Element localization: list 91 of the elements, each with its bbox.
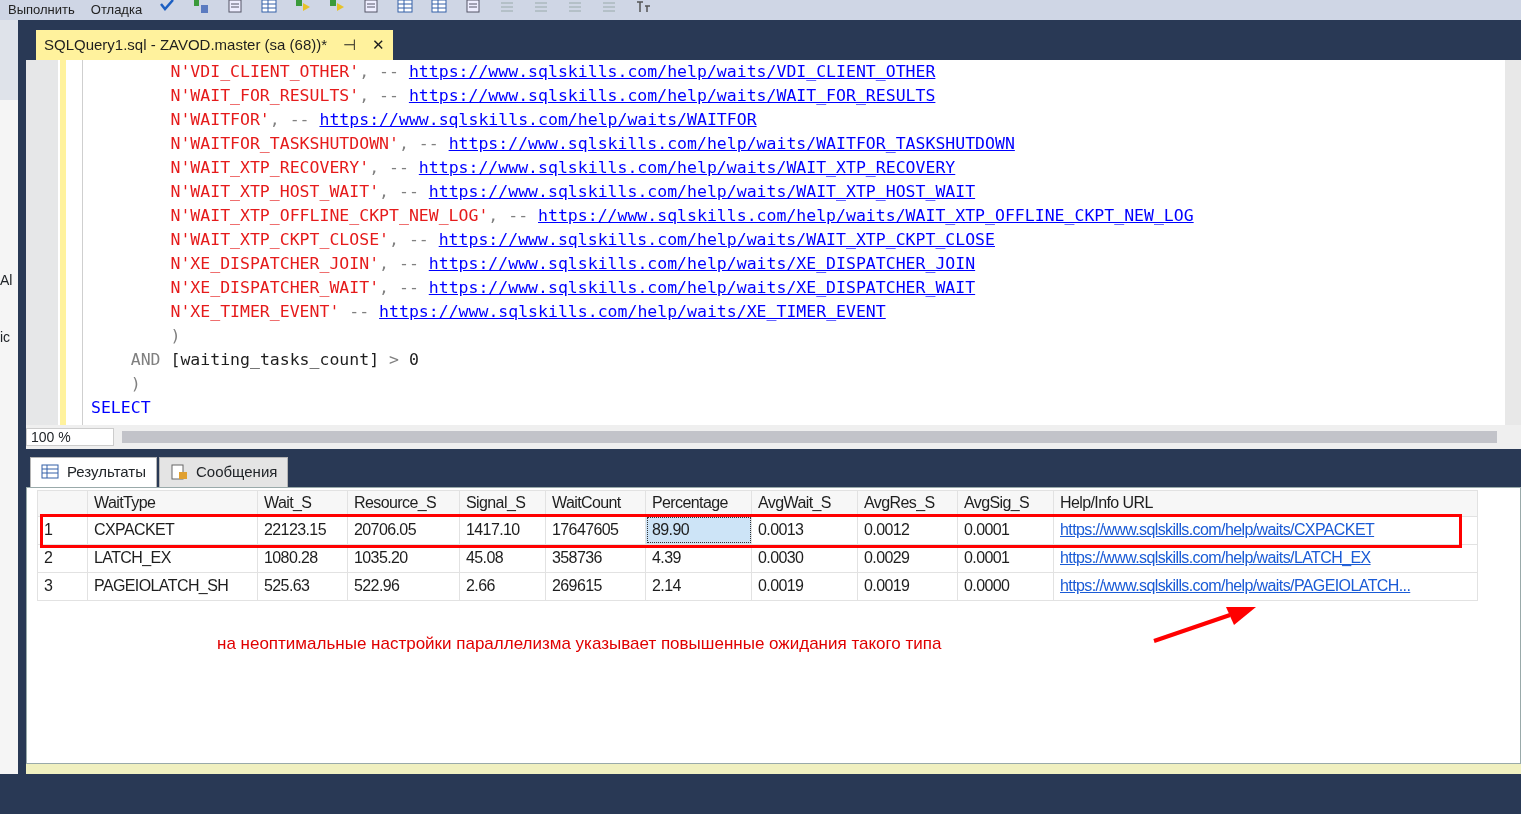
table-cell: PAGEIOLATCH_SH	[87, 572, 258, 600]
document-icon[interactable]	[362, 0, 381, 14]
column-header: AvgWait_S	[751, 490, 858, 516]
code-punctuation: , --	[369, 158, 410, 177]
code-punctuation: , --	[398, 134, 440, 153]
column-header: WaitType	[87, 490, 258, 516]
table-cell: 2.66	[459, 572, 546, 600]
string-literal: N'WAIT_XTP_OFFLINE_CKPT_NEW_LOG'	[170, 206, 489, 225]
row-number: 3	[37, 572, 88, 600]
table-cell: 22123.15	[257, 516, 348, 544]
code-link[interactable]: https://www.sqlskills.com/help/waits/WAIT_XTP_OFFLINE_CKPT_NEW_LOG	[538, 206, 1194, 225]
code-punctuation: )	[170, 326, 181, 345]
code-punctuation: , --	[379, 278, 420, 297]
code-punctuation: , --	[379, 254, 420, 273]
pin-icon[interactable]: ⊣	[343, 33, 357, 57]
panel-text: Al	[0, 271, 14, 290]
string-literal: N'WAIT_XTP_CKPT_CLOSE'	[170, 230, 389, 249]
table-cell: 2.14	[645, 572, 752, 600]
code-link[interactable]: https://www.sqlskills.com/help/waits/WAIT_FOR_RESULTS	[408, 86, 936, 105]
header-cell	[37, 490, 88, 516]
code-punctuation: , --	[359, 62, 400, 81]
column-header: Resource_S	[347, 490, 460, 516]
code-link[interactable]: https://www.sqlskills.com/help/waits/WAITFOR_TASKSHUTDOWN	[448, 134, 1015, 153]
row-number: 2	[37, 544, 88, 572]
code-punctuation: )	[130, 374, 141, 393]
grid-icon	[41, 464, 59, 481]
table-cell: 1417.10	[459, 516, 546, 544]
code-punctuation: , --	[389, 230, 430, 249]
code-operator: >	[389, 350, 399, 369]
code-punctuation: --	[348, 302, 371, 321]
text-icon[interactable]	[634, 0, 653, 14]
table-cell: 269615	[545, 572, 646, 600]
result-tab[interactable]: Сообщения	[159, 457, 289, 487]
code-operator: AND	[130, 350, 161, 369]
grid-icon[interactable]	[430, 0, 449, 14]
column-header: Percentage	[645, 490, 752, 516]
column-header: Wait_S	[257, 490, 348, 516]
string-literal: N'WAITFOR_TASKSHUTDOWN'	[170, 134, 399, 153]
table-cell: CXPACKET	[87, 516, 258, 544]
string-literal: N'VDI_CLIENT_OTHER'	[170, 62, 360, 81]
table-cell: 525.63	[257, 572, 348, 600]
vertical-scrollbar[interactable]	[1505, 60, 1521, 425]
document-icon	[170, 464, 188, 481]
code-link[interactable]: https://www.sqlskills.com/help/waits/WAIT_XTP_HOST_WAIT	[428, 182, 976, 201]
table-cell: 522.96	[347, 572, 460, 600]
document-icon[interactable]	[464, 0, 483, 14]
string-literal: N'WAIT_XTP_HOST_WAIT'	[170, 182, 380, 201]
column-header: WaitCount	[545, 490, 646, 516]
grid-icon[interactable]	[260, 0, 279, 14]
string-literal: N'XE_DISPATCHER_JOIN'	[170, 254, 380, 273]
table-cell: 0.0000	[957, 572, 1054, 600]
document-tab[interactable]: SQLQuery1.sql - ZAVOD.master (sa (68))* ⊣ ✕	[36, 30, 394, 60]
code-punctuation: , --	[359, 86, 400, 105]
zoom-dropdown[interactable]: 100 %	[26, 428, 114, 446]
string-literal: N'XE_TIMER_EVENT'	[170, 302, 340, 321]
code-link[interactable]: https://www.sqlskills.com/help/waits/XE_DISPATCHER_JOIN	[428, 254, 976, 273]
code-link[interactable]: https://www.sqlskills.com/help/waits/VDI_CLIENT_OTHER	[408, 62, 936, 81]
column-header: Help/Info URL	[1053, 490, 1478, 516]
menu-item[interactable]: Отладка	[90, 2, 143, 18]
sql-keyword: SELECT	[91, 398, 151, 417]
code-punctuation: , --	[379, 182, 420, 201]
string-literal: N'WAIT_FOR_RESULTS'	[170, 86, 360, 105]
code-link[interactable]: https://www.sqlskills.com/help/waits/WAIT_XTP_CKPT_CLOSE	[438, 230, 995, 249]
string-literal: N'WAITFOR'	[170, 110, 270, 129]
code-text: [waiting_tasks_count]	[169, 350, 381, 369]
code-punctuation: , --	[488, 206, 530, 225]
table-cell: 0.0019	[857, 572, 958, 600]
annotation-text: на неоптимальные настройки параллелизма указывает повышенные ожидания такого типа	[217, 632, 943, 655]
code-link[interactable]: https://www.sqlskills.com/help/waits/XE_TIMER_EVENT	[379, 302, 886, 321]
table-cell: 0.0019	[751, 572, 858, 600]
column-header: AvgSig_S	[957, 490, 1054, 516]
horizontal-scrollbar[interactable]	[122, 431, 1497, 443]
document-icon[interactable]	[226, 0, 245, 14]
close-icon[interactable]: ✕	[372, 33, 386, 57]
code-link[interactable]: https://www.sqlskills.com/help/waits/WAIT_XTP_RECOVERY	[418, 158, 956, 177]
code-text: 0	[407, 350, 419, 369]
table-cell: 0.0012	[857, 516, 958, 544]
result-tab[interactable]: Результаты	[30, 457, 157, 487]
string-literal: N'XE_DISPATCHER_WAIT'	[170, 278, 380, 297]
string-literal: N'WAIT_XTP_RECOVERY'	[170, 158, 370, 177]
table-cell: 20706.05	[347, 516, 460, 544]
panel-text: ic	[0, 328, 12, 347]
table-cell: 89.90	[645, 516, 752, 544]
grid-icon[interactable]	[396, 0, 415, 14]
table-cell: 0.0001	[957, 516, 1054, 544]
column-header: Signal_S	[459, 490, 546, 516]
code-link[interactable]: https://www.sqlskills.com/help/waits/WAITFOR	[319, 110, 757, 129]
menu-item[interactable]: Выполнить	[8, 2, 75, 18]
code-link[interactable]: https://www.sqlskills.com/help/waits/XE_DISPATCHER_WAIT	[428, 278, 976, 297]
column-header: AvgRes_S	[857, 490, 958, 516]
code-punctuation: , --	[269, 110, 311, 129]
